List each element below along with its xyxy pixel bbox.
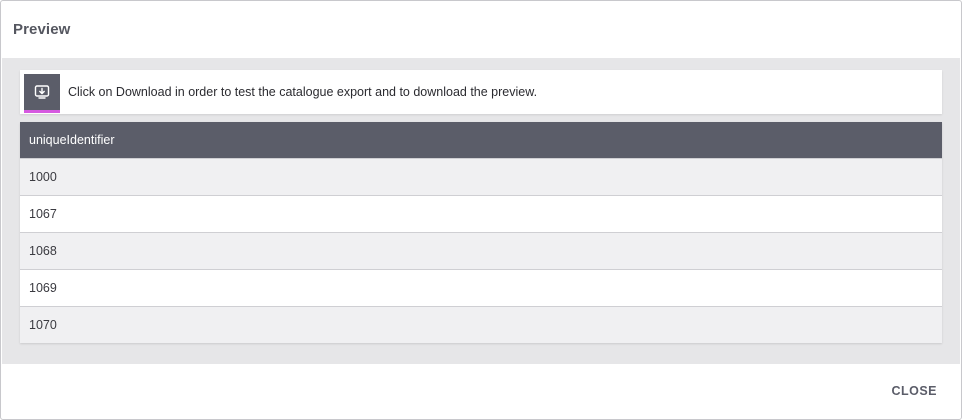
table-cell: 1068 bbox=[29, 244, 57, 258]
info-bar: Click on Download in order to test the c… bbox=[20, 70, 942, 114]
dialog-title: Preview bbox=[13, 20, 71, 38]
dialog-header: Preview bbox=[1, 1, 961, 57]
table-cell: 1070 bbox=[29, 318, 57, 332]
dialog-body: Click on Download in order to test the c… bbox=[2, 58, 960, 364]
close-button[interactable]: CLOSE bbox=[891, 378, 937, 404]
table-row: 1000 bbox=[20, 158, 942, 195]
preview-dialog: Preview Click on Download in order to te… bbox=[0, 0, 962, 420]
table-row: 1067 bbox=[20, 195, 942, 232]
table-cell: 1067 bbox=[29, 207, 57, 221]
table-header: uniqueIdentifier bbox=[20, 122, 942, 158]
preview-table: uniqueIdentifier 1000 1067 1068 1069 107… bbox=[20, 122, 942, 343]
download-icon bbox=[34, 85, 50, 99]
dialog-footer: CLOSE bbox=[1, 363, 961, 419]
table-row: 1070 bbox=[20, 306, 942, 343]
table-cell: 1000 bbox=[29, 170, 57, 184]
download-button[interactable] bbox=[24, 74, 60, 113]
table-row: 1068 bbox=[20, 232, 942, 269]
download-button-accent bbox=[24, 110, 60, 113]
column-header-uniqueidentifier: uniqueIdentifier bbox=[29, 133, 115, 147]
info-message: Click on Download in order to test the c… bbox=[68, 85, 538, 99]
table-row: 1069 bbox=[20, 269, 942, 306]
table-cell: 1069 bbox=[29, 281, 57, 295]
